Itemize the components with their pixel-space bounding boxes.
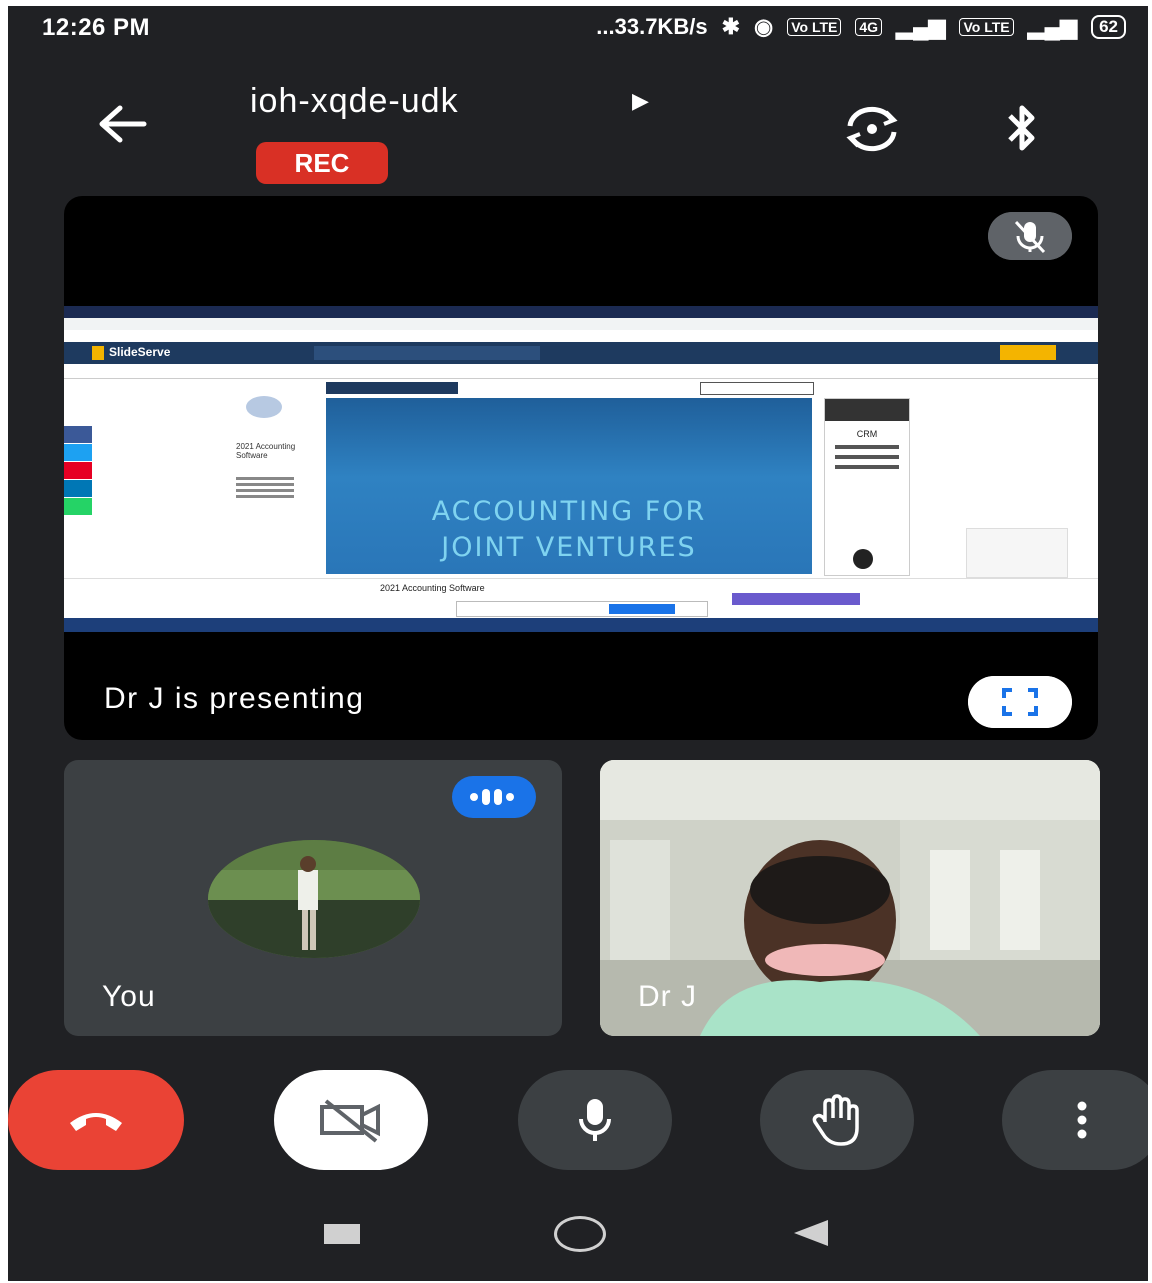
participant-name-you: You <box>102 980 156 1013</box>
meeting-header: ioh-xqde-udk ▶ REC <box>8 66 1148 196</box>
microphone-icon <box>579 1099 611 1141</box>
mic-button[interactable] <box>518 1070 672 1170</box>
browser-address-bar <box>64 318 1098 330</box>
raise-hand-button[interactable] <box>760 1070 914 1170</box>
status-time: 12:26 PM <box>42 14 151 41</box>
android-navigation-bar <box>8 1202 1148 1272</box>
shared-screen: SlideServe 2021 Accounting Software ACCO… <box>64 306 1098 632</box>
participant-name-drj: Dr J <box>638 980 697 1013</box>
video-off-icon <box>320 1099 380 1143</box>
meeting-code[interactable]: ioh-xqde-udk <box>250 82 459 121</box>
camera-off-button[interactable] <box>274 1070 428 1170</box>
presenting-label: Dr J is presenting <box>104 682 365 715</box>
more-options-button[interactable] <box>1002 1070 1148 1170</box>
battery-indicator: 62 <box>1091 15 1126 39</box>
slide-header-button-2 <box>700 382 814 395</box>
signal-4g-label: 4G <box>855 18 883 36</box>
recents-icon[interactable] <box>324 1224 360 1244</box>
mic-muted-icon <box>988 212 1072 260</box>
network-speed: ...33.7KB/s <box>596 14 708 39</box>
switch-camera-icon[interactable] <box>840 104 904 154</box>
phone-screen: 12:26 PM ...33.7KB/s ✱ ◉ Vo LTE 4G ▂▄▆ V… <box>8 6 1148 1281</box>
bluetooth-icon[interactable] <box>1002 102 1042 154</box>
site-subnav <box>64 364 1098 379</box>
phone-hangup-icon <box>70 1113 122 1131</box>
site-logo: SlideServe <box>92 345 170 360</box>
browser-tabs <box>64 306 1098 318</box>
site-search-box <box>314 346 540 360</box>
site-upload-button <box>1000 345 1056 360</box>
signal-icon: ▂▄▆ <box>896 14 946 39</box>
chevron-right-icon[interactable]: ▶ <box>632 88 649 114</box>
call-controls <box>8 1070 1148 1178</box>
participant-tile-you[interactable]: You <box>64 760 562 1036</box>
social-share-bar <box>64 426 92 516</box>
hand-icon <box>812 1094 859 1146</box>
back-arrow-icon[interactable] <box>94 102 150 146</box>
signal-icon-2: ▂▄▆ <box>1027 14 1078 39</box>
back-triangle-icon[interactable] <box>794 1220 828 1246</box>
more-vertical-icon <box>1077 1101 1087 1139</box>
site-navbar: SlideServe <box>64 342 1098 364</box>
bottom-advert: 2021 Accounting Software <box>64 578 1098 619</box>
slide-header-button <box>326 382 458 394</box>
volte-badge-1: Vo LTE <box>787 18 842 36</box>
bluetooth-status-icon: ✱ <box>721 14 740 39</box>
status-icons: ...33.7KB/s ✱ ◉ Vo LTE 4G ▂▄▆ Vo LTE ▂▄▆… <box>596 14 1126 40</box>
volte-badge-2: Vo LTE <box>959 18 1014 36</box>
speaking-indicator-icon <box>452 776 536 818</box>
presentation-tile[interactable]: SlideServe 2021 Accounting Software ACCO… <box>64 196 1098 740</box>
right-thumbnail <box>966 528 1068 578</box>
fullscreen-button[interactable] <box>968 676 1072 728</box>
headset-icon: ◉ <box>754 14 774 39</box>
avatar <box>208 840 420 958</box>
end-call-button[interactable] <box>8 1070 184 1170</box>
home-icon[interactable] <box>554 1216 606 1252</box>
status-bar: 12:26 PM ...33.7KB/s ✱ ◉ Vo LTE 4G ▂▄▆ V… <box>8 6 1148 50</box>
participant-tile-drj[interactable]: Dr J <box>600 760 1100 1036</box>
slide-preview: ACCOUNTING FOR JOINT VENTURES <box>326 398 812 574</box>
slide-title: ACCOUNTING FOR JOINT VENTURES <box>431 496 707 563</box>
side-advert: CRM <box>824 398 910 576</box>
recording-badge: REC <box>256 142 388 184</box>
windows-taskbar <box>64 618 1098 632</box>
slide-side-info: 2021 Accounting Software <box>224 396 304 556</box>
